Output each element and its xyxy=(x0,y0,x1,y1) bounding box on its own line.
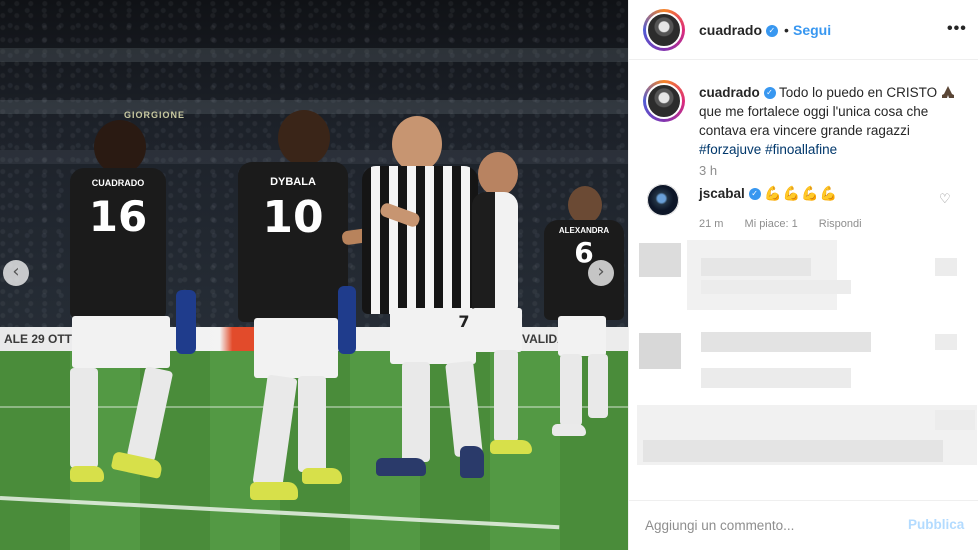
shirt-number: 6 xyxy=(574,236,594,269)
separator-dot: • xyxy=(784,22,789,38)
comment-body: jscabal ✓ 💪💪💪💪 xyxy=(699,186,838,202)
blurred-text xyxy=(701,280,851,294)
blurred-text xyxy=(643,440,943,462)
blurred-text xyxy=(701,368,851,388)
pitch-line xyxy=(0,496,560,530)
player-background xyxy=(468,152,538,454)
blurred-text xyxy=(935,410,975,430)
player-boot xyxy=(490,440,532,454)
avatar-image xyxy=(646,83,682,119)
player-opponent xyxy=(338,286,356,354)
player-shorts xyxy=(558,316,606,356)
avatar-image xyxy=(647,184,679,216)
author-username-text: cuadrado xyxy=(699,22,763,38)
comment-input[interactable] xyxy=(645,515,895,535)
player-sock xyxy=(298,376,326,472)
player-boot xyxy=(376,458,426,476)
comment-meta: 21 m Mi piace: 1 Rispondi xyxy=(699,218,880,230)
blurred-avatar xyxy=(639,243,681,277)
post-photo[interactable]: GIORGIONE ALE 29 OTT VALIDA CUADRADO 16 … xyxy=(0,0,628,550)
verified-icon: ✓ xyxy=(765,25,778,38)
publish-button[interactable]: Pubblica xyxy=(908,517,964,532)
post-side-panel: cuadrado ✓ • Segui ••• cuadrado ✓ Todo l… xyxy=(628,0,978,550)
post-header: cuadrado ✓ • Segui ••• xyxy=(629,0,978,60)
caption-time: 3 h xyxy=(699,163,718,178)
player-sock xyxy=(252,374,298,488)
player-shirt xyxy=(472,192,518,312)
player-head xyxy=(278,110,330,166)
comment-composer: Pubblica xyxy=(629,500,978,550)
blurred-text xyxy=(701,258,811,276)
player-shorts xyxy=(72,316,170,368)
player-shorts: 7 xyxy=(390,308,476,364)
comment-time: 21 m xyxy=(699,218,724,230)
hashtag-forzajuve[interactable]: #forzajuve xyxy=(699,142,761,157)
player-number-6: ALEXANDRA 6 xyxy=(538,186,628,446)
player-head xyxy=(392,116,442,172)
blurred-text xyxy=(701,332,871,352)
follow-button[interactable]: Segui xyxy=(793,22,831,38)
player-boot xyxy=(70,466,104,482)
player-sock xyxy=(126,366,174,462)
author-avatar[interactable] xyxy=(643,9,685,51)
author-username[interactable]: cuadrado ✓ xyxy=(699,22,778,38)
player-sock xyxy=(560,354,582,426)
player-shirt xyxy=(362,166,478,314)
caption-avatar[interactable] xyxy=(643,80,685,122)
verified-icon: ✓ xyxy=(748,188,761,201)
player-sock xyxy=(588,354,608,418)
blurred-avatar xyxy=(639,333,681,369)
comment-reply-link[interactable]: Rispondi xyxy=(819,218,862,230)
player-shirt: DYBALA 10 xyxy=(238,162,348,322)
more-options-icon[interactable]: ••• xyxy=(947,20,967,38)
player-sock xyxy=(70,368,98,468)
player-shirt: CUADRADO 16 xyxy=(70,168,166,318)
player-shorts xyxy=(472,308,522,352)
player-head xyxy=(478,152,518,196)
comment-like-heart-icon[interactable]: ♡ xyxy=(939,192,951,207)
stadium-sign: GIORGIONE xyxy=(124,110,186,120)
comment-username[interactable]: jscabal xyxy=(699,186,745,201)
shirt-name: DYBALA xyxy=(270,176,316,188)
post-caption: cuadrado ✓ Todo lo puedo en CRISTO que m… xyxy=(699,83,961,159)
carousel-prev-button[interactable]: ‹ xyxy=(3,260,29,286)
blurred-heart xyxy=(935,258,957,276)
player-opponent xyxy=(176,290,196,354)
caption-text-2: que me fortalece oggi l'unica cosa che c… xyxy=(699,104,929,138)
caption-username[interactable]: cuadrado xyxy=(699,85,760,100)
comment-text: 💪💪💪💪 xyxy=(764,186,839,202)
praying-hands-icon xyxy=(941,86,954,98)
stand-band xyxy=(0,48,628,62)
blurred-heart xyxy=(935,334,957,350)
shirt-number: 16 xyxy=(88,192,148,241)
player-head xyxy=(568,186,602,224)
verified-icon: ✓ xyxy=(763,87,776,100)
hashtag-finoallafine[interactable]: #finoallafine xyxy=(765,142,837,157)
player-sock xyxy=(494,350,518,442)
shirt-number: 10 xyxy=(262,192,324,243)
avatar-image xyxy=(646,12,682,48)
player-shorts xyxy=(254,318,338,378)
commenter-avatar[interactable] xyxy=(647,184,679,216)
player-cuadrado: CUADRADO 16 xyxy=(62,120,182,490)
player-boot xyxy=(302,468,342,484)
player-head xyxy=(94,120,146,174)
shirt-name: ALEXANDRA xyxy=(558,226,610,235)
player-boot xyxy=(250,482,298,500)
shirt-name: CUADRADO xyxy=(91,178,145,188)
caption-text-1: Todo lo puedo en CRISTO xyxy=(779,85,938,100)
carousel-next-button[interactable]: › xyxy=(588,260,614,286)
player-boot xyxy=(552,424,586,436)
player-sock xyxy=(402,362,430,462)
comment-likes-link[interactable]: Mi piace: 1 xyxy=(745,218,798,230)
